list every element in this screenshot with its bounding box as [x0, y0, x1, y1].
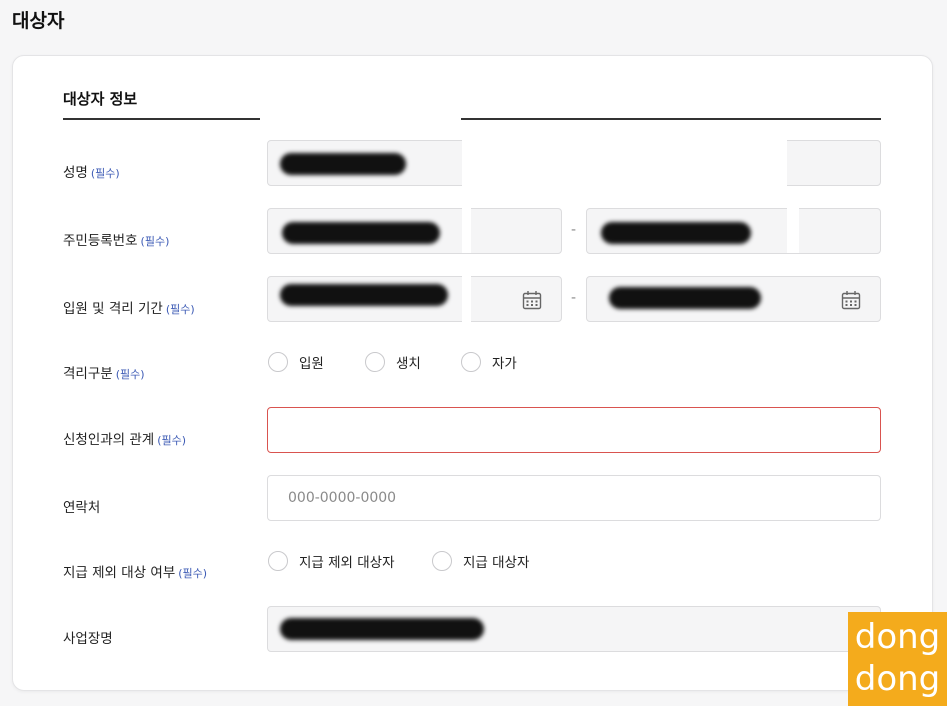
- quarantine-end-date-field[interactable]: [586, 276, 881, 322]
- radio-label: 지급 제외 대상자: [299, 555, 395, 571]
- payment-exclusion-label: 지급 제외 대상 여부 (필수): [63, 561, 207, 581]
- section-title: 대상자 정보: [63, 90, 138, 108]
- mask-block: [462, 205, 471, 253]
- radio-button[interactable]: [432, 551, 452, 571]
- radio-option-treatment-center[interactable]: 생치: [365, 352, 421, 372]
- quarantine-period-label: 입원 및 격리 기간 (필수): [63, 297, 195, 317]
- radio-option-self-quarantine[interactable]: 자가: [461, 352, 517, 372]
- business-name-label: 사업장명: [63, 627, 113, 647]
- required-tag: (필수): [90, 167, 120, 180]
- name-label-text: 성명: [63, 165, 88, 181]
- redacted-value: [280, 618, 484, 640]
- radio-label: 입원: [299, 356, 324, 372]
- radio-option-hospitalization[interactable]: 입원: [268, 352, 324, 372]
- contact-placeholder: 000-0000-0000: [288, 490, 397, 506]
- radio-button[interactable]: [461, 352, 481, 372]
- radio-button[interactable]: [268, 551, 288, 571]
- relationship-input[interactable]: [267, 407, 881, 453]
- radio-button[interactable]: [268, 352, 288, 372]
- redacted-value: [601, 222, 751, 244]
- radio-option-eligible[interactable]: 지급 대상자: [432, 551, 529, 571]
- quarantine-start-date-field[interactable]: [267, 276, 562, 322]
- radio-option-excluded[interactable]: 지급 제외 대상자: [268, 551, 395, 571]
- relationship-label-text: 신청인과의 관계: [63, 432, 155, 448]
- mask-block: [787, 205, 799, 253]
- business-name-field[interactable]: [267, 606, 881, 652]
- watermark-line: dong: [854, 617, 941, 657]
- payment-exclusion-label-text: 지급 제외 대상 여부: [63, 565, 176, 581]
- contact-label-text: 연락처: [63, 500, 101, 516]
- resident-number-label: 주민등록번호 (필수): [63, 229, 169, 249]
- relationship-label: 신청인과의 관계 (필수): [63, 428, 186, 448]
- radio-label: 생치: [396, 356, 421, 372]
- watermark-logo: dong dong: [848, 612, 947, 706]
- required-tag: (필수): [140, 235, 170, 248]
- redacted-value: [280, 284, 448, 306]
- resident-number-separator: -: [571, 222, 577, 238]
- resident-number-front-field[interactable]: [267, 208, 562, 254]
- required-tag: (필수): [115, 368, 145, 381]
- contact-input[interactable]: 000-0000-0000: [267, 475, 881, 521]
- section-divider-right: [461, 118, 881, 120]
- mask-block: [462, 139, 787, 186]
- calendar-icon[interactable]: [841, 290, 861, 310]
- section-divider-left: [63, 118, 260, 120]
- quarantine-type-label-text: 격리구분: [63, 366, 113, 382]
- business-name-label-text: 사업장명: [63, 631, 113, 647]
- mask-block: [462, 273, 471, 323]
- page-title: 대상자: [12, 10, 65, 32]
- quarantine-period-separator: -: [571, 290, 577, 306]
- radio-label: 지급 대상자: [463, 555, 530, 571]
- quarantine-type-label: 격리구분 (필수): [63, 362, 145, 382]
- required-tag: (필수): [165, 303, 195, 316]
- calendar-icon[interactable]: [522, 290, 542, 310]
- resident-number-back-field[interactable]: [586, 208, 881, 254]
- required-tag: (필수): [178, 567, 208, 580]
- radio-label: 자가: [492, 356, 517, 372]
- quarantine-period-label-text: 입원 및 격리 기간: [63, 301, 163, 317]
- contact-label: 연락처: [63, 496, 100, 516]
- name-label: 성명 (필수): [63, 161, 120, 181]
- watermark-line: dong: [854, 659, 941, 699]
- redacted-value: [282, 222, 440, 244]
- redacted-value: [280, 153, 406, 175]
- required-tag: (필수): [157, 434, 187, 447]
- resident-number-label-text: 주민등록번호: [63, 233, 138, 249]
- redacted-value: [609, 287, 761, 309]
- radio-button[interactable]: [365, 352, 385, 372]
